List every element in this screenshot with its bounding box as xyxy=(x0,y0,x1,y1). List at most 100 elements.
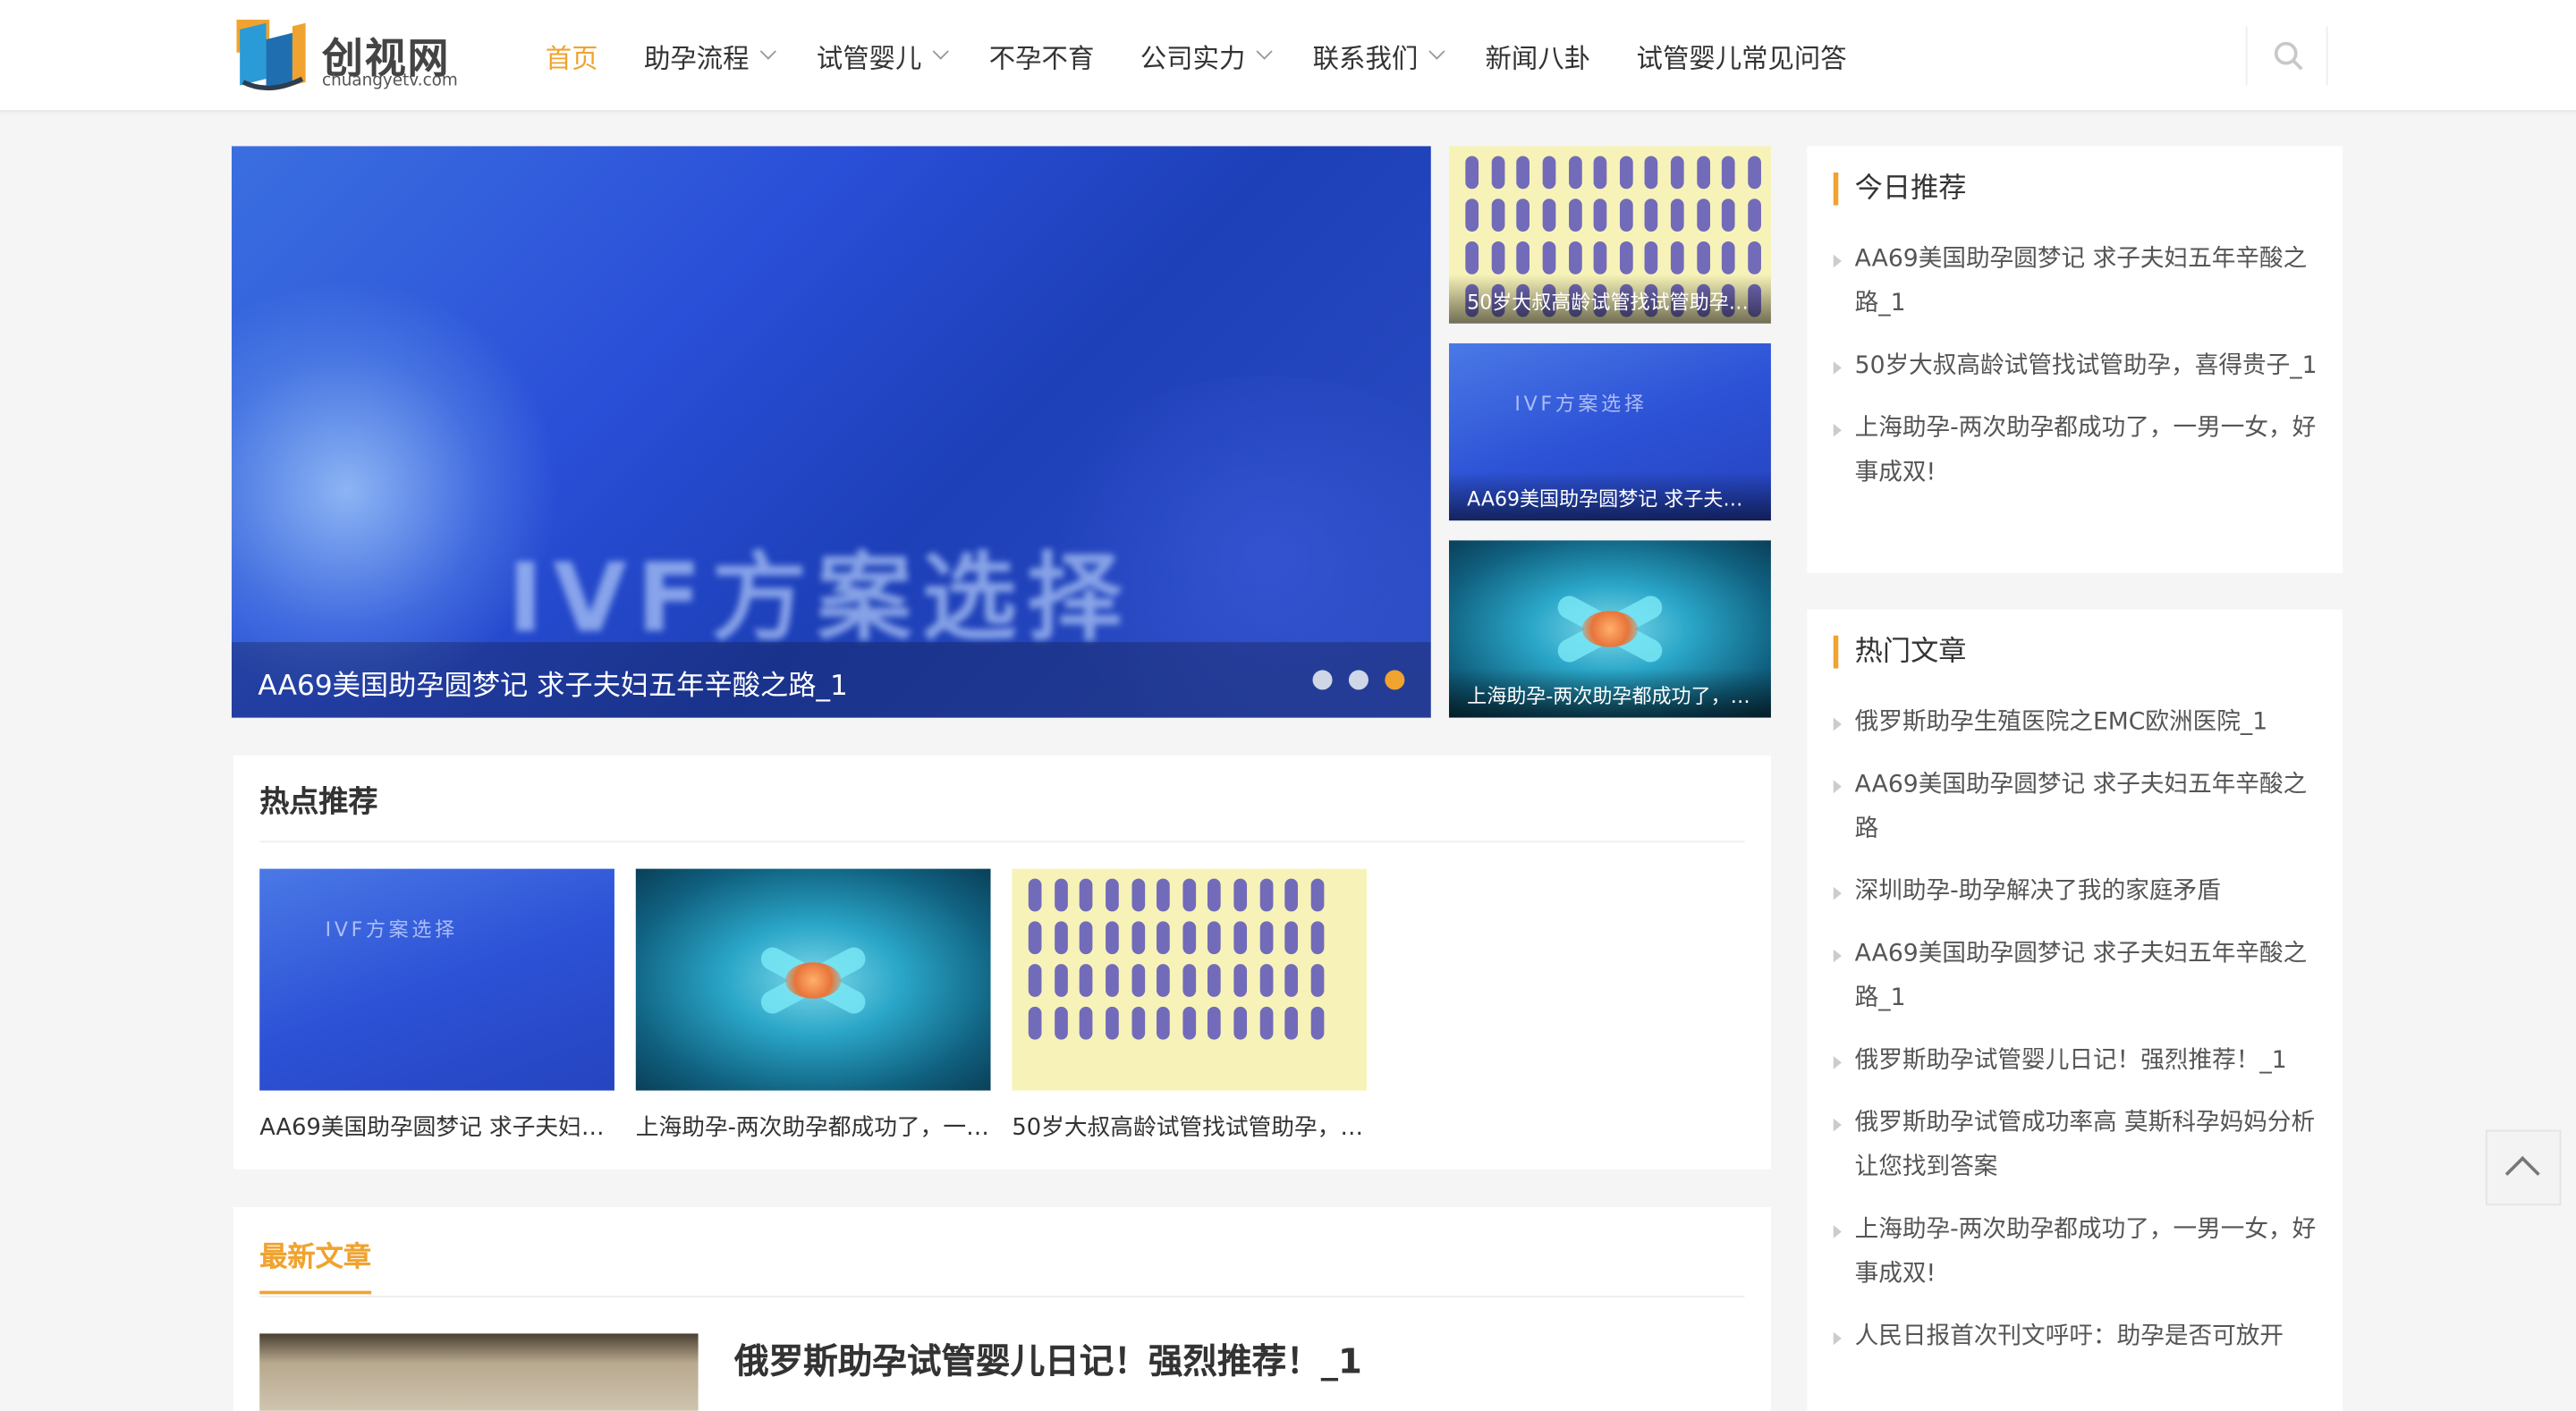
slider-dot[interactable] xyxy=(1385,670,1405,690)
nav-item-3[interactable]: 试管婴儿 xyxy=(817,35,949,74)
chromosome-mark xyxy=(1105,1006,1119,1040)
chromosome-mark xyxy=(1516,199,1530,232)
chevron-down-icon xyxy=(1256,43,1273,60)
chromosome-mark xyxy=(1157,921,1170,955)
side-thumb[interactable]: 上海助孕-两次助孕都成功了，一男一女，好事成双! xyxy=(1448,540,1771,718)
chromosome-mark xyxy=(1696,241,1710,275)
slider-dot[interactable] xyxy=(1348,670,1368,690)
chromosome-mark xyxy=(1568,241,1581,275)
nav-item-2[interactable]: 助孕流程 xyxy=(644,35,777,74)
side-thumb-caption-bar: 50岁大叔高龄试管找试管助孕，喜得贵子_1 xyxy=(1448,274,1771,324)
divider xyxy=(259,1296,1745,1297)
nav-item-5[interactable]: 公司实力 xyxy=(1140,35,1273,74)
chromosome-mark xyxy=(1722,241,1736,275)
list-item[interactable]: AA69美国助孕圆梦记 求子夫妇五年辛酸之路_1 xyxy=(1833,933,2320,1021)
chromosome-mark xyxy=(1259,921,1273,955)
list-item[interactable]: AA69美国助孕圆梦记 求子夫妇五年辛酸之路_1 xyxy=(1833,238,2320,326)
hot-item-image[interactable] xyxy=(635,868,991,1091)
nav-item-4[interactable]: 不孕不育 xyxy=(989,35,1095,74)
chromosome-mark xyxy=(1131,1006,1145,1040)
side-thumb[interactable]: 50岁大叔高龄试管找试管助孕，喜得贵子_1 xyxy=(1448,146,1771,324)
hot-recommend-title: 热点推荐 xyxy=(259,784,378,820)
side-thumb-caption-bar: AA69美国助孕圆梦记 求子夫妇五年辛酸之路_1 xyxy=(1448,471,1771,521)
hot-item[interactable]: IVF方案选择 AA69美国助孕圆梦记 求子夫妇五年辛酸之路_1 xyxy=(259,868,614,1144)
chromosome-mark xyxy=(1028,1006,1042,1040)
chromosome-mark xyxy=(1284,1006,1299,1040)
back-to-top-button[interactable] xyxy=(2485,1129,2562,1206)
chromosome-mark xyxy=(1748,241,1761,275)
nav-item-6[interactable]: 联系我们 xyxy=(1313,35,1445,74)
hot-item-image[interactable]: IVF方案选择 xyxy=(259,868,614,1091)
hot-articles-list: 俄罗斯助孕生殖医院之EMC欧洲医院_1 AA69美国助孕圆梦记 求子夫妇五年辛酸之… xyxy=(1833,701,2320,1378)
chromosome-row xyxy=(1465,156,1761,191)
chromosome-row xyxy=(1028,1006,1325,1043)
hero-slider[interactable]: IVF方案选择 AA69美国助孕圆梦记 求子夫妇五年辛酸之路_1 xyxy=(231,146,1431,718)
latest-post-thumbnail[interactable] xyxy=(259,1333,699,1411)
chromosome-mark xyxy=(1054,1006,1068,1040)
chromosome-mark xyxy=(1080,878,1093,912)
chromosome-mark xyxy=(1208,878,1222,912)
slider-dot[interactable] xyxy=(1312,670,1333,690)
site-domain: chuangyetv.com xyxy=(321,72,458,91)
chromosome-mark xyxy=(1233,921,1248,955)
slider-dots xyxy=(1296,670,1405,690)
search-button[interactable] xyxy=(2245,26,2328,86)
chromosome-mark xyxy=(1259,878,1273,912)
hot-item[interactable]: 50岁大叔高龄试管找试管助孕，喜得贵子_1 xyxy=(1012,868,1368,1144)
chromosome-mark xyxy=(1028,964,1042,997)
chromosome-mark xyxy=(1028,921,1042,955)
list-item[interactable]: 上海助孕-两次助孕都成功了，一男一女，好事成双! xyxy=(1833,408,2320,496)
tab-latest[interactable]: 最新文章 xyxy=(259,1233,372,1295)
list-item[interactable]: 俄罗斯助孕试管婴儿日记！强烈推荐！_1 xyxy=(1833,1040,2320,1085)
nav-item-label: 新闻八卦 xyxy=(1485,41,1591,73)
hot-item-title[interactable]: AA69美国助孕圆梦记 求子夫妇五年辛酸之路_1 xyxy=(259,1111,614,1144)
chromosome-row xyxy=(1465,241,1761,277)
list-item[interactable]: 上海助孕-两次助孕都成功了，一男一女，好事成双! xyxy=(1833,1209,2320,1297)
chromosome-mark xyxy=(1131,921,1145,955)
nav-item-label: 公司实力 xyxy=(1140,41,1246,73)
chromosome-mark xyxy=(1182,964,1196,997)
hot-item-title[interactable]: 上海助孕-两次助孕都成功了，一男一女，好事成双! xyxy=(636,1111,991,1144)
site-logo[interactable]: 创视网 chuangyetv.com xyxy=(233,16,463,95)
list-item[interactable]: AA69美国助孕圆梦记 求子夫妇五年辛酸之路 xyxy=(1833,764,2320,852)
side-thumb[interactable]: IVF方案选择 AA69美国助孕圆梦记 求子夫妇五年辛酸之路_1 xyxy=(1448,342,1771,521)
hot-item[interactable]: 上海助孕-两次助孕都成功了，一男一女，好事成双! xyxy=(635,868,991,1144)
list-item[interactable]: 50岁大叔高龄试管找试管助孕，喜得贵子_1 xyxy=(1833,345,2320,390)
chromosome-mark xyxy=(1310,921,1325,955)
chromosome-mark xyxy=(1054,878,1068,912)
hot-item-image[interactable] xyxy=(1012,868,1368,1091)
chromosome-mark xyxy=(1696,156,1710,190)
nav-item-7[interactable]: 新闻八卦 xyxy=(1486,35,1591,74)
side-thumb-caption[interactable]: 50岁大叔高龄试管找试管助孕，喜得贵子_1 xyxy=(1467,287,1756,315)
chromosome-mark xyxy=(1619,241,1633,275)
chromosome-row xyxy=(1028,921,1325,957)
list-item[interactable]: 人民日报首次刊文呼吁：助孕是否可放开 xyxy=(1833,1315,2320,1360)
chromosome-mark xyxy=(1748,199,1761,232)
chromosome-mark xyxy=(1619,199,1633,232)
search-icon xyxy=(2274,41,2303,71)
list-item[interactable]: 深圳助孕-助孕解决了我的家庭矛盾 xyxy=(1833,870,2320,915)
nav-item-label: 助孕流程 xyxy=(644,41,750,73)
today-recommend-widget: 今日推荐 AA69美国助孕圆梦记 求子夫妇五年辛酸之路_1 50岁大叔高龄试管找试… xyxy=(1807,146,2343,574)
side-thumb-caption[interactable]: AA69美国助孕圆梦记 求子夫妇五年辛酸之路_1 xyxy=(1467,485,1756,512)
chromosome-core xyxy=(1581,611,1639,647)
chromosome-mark xyxy=(1491,199,1504,232)
list-item[interactable]: 俄罗斯助孕生殖医院之EMC欧洲医院_1 xyxy=(1833,701,2320,746)
nav-item-1[interactable]: 首页 xyxy=(546,35,598,74)
list-item[interactable]: 俄罗斯助孕试管成功率高 莫斯科孕妈妈分析让您找到答案 xyxy=(1833,1102,2320,1190)
chromosome-mark xyxy=(1722,199,1736,232)
hero-caption[interactable]: AA69美国助孕圆梦记 求子夫妇五年辛酸之路_1 xyxy=(258,662,848,703)
divider xyxy=(259,841,1745,843)
chromosome-mark xyxy=(1233,1006,1248,1040)
hot-item-title[interactable]: 50岁大叔高龄试管找试管助孕，喜得贵子_1 xyxy=(1012,1111,1367,1144)
hot-articles-widget: 热门文章 俄罗斯助孕生殖医院之EMC欧洲医院_1 AA69美国助孕圆梦记 求子夫妇… xyxy=(1807,609,2343,1411)
side-thumb-caption[interactable]: 上海助孕-两次助孕都成功了，一男一女，好事成双! xyxy=(1467,681,1756,709)
latest-post-title[interactable]: 俄罗斯助孕试管婴儿日记！强烈推荐！_1 xyxy=(734,1335,1362,1384)
chromosome-mark xyxy=(1182,921,1196,955)
chromosome-mark xyxy=(1208,964,1222,997)
chromosome-mark xyxy=(1028,878,1042,912)
chromosome-mark xyxy=(1157,964,1170,997)
nav-item-8[interactable]: 试管婴儿常见问答 xyxy=(1637,35,1847,74)
chromosome-mark xyxy=(1105,964,1119,997)
chromosome-mark xyxy=(1054,964,1068,997)
